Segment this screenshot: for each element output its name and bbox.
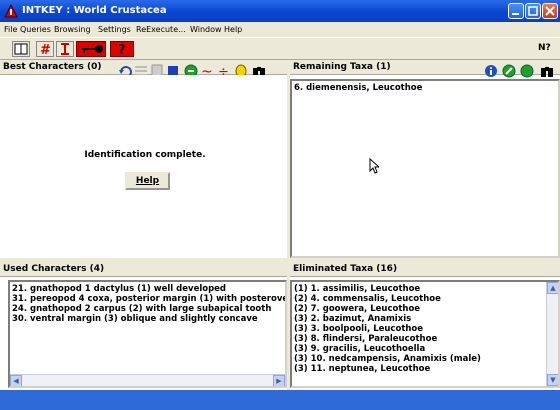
eliminated-taxa-list: (1) 1. assimilis, Leucothoe (2) 4. comme… bbox=[290, 280, 560, 388]
list-item[interactable]: (3) 3. boolpooli, Leucothoe bbox=[294, 324, 423, 334]
minimize-button[interactable] bbox=[508, 3, 524, 19]
close-button[interactable] bbox=[542, 3, 558, 19]
key-icon bbox=[81, 45, 103, 53]
list-item[interactable]: (2) 7. goowera, Leucothoe bbox=[294, 304, 420, 314]
maximize-icon bbox=[528, 6, 538, 16]
list-item[interactable]: (3) 8. flindersi, Paraleucothoe bbox=[294, 334, 437, 344]
svg-text:#: # bbox=[40, 43, 51, 56]
context-help-icon[interactable]: N? bbox=[538, 43, 551, 53]
status-bar bbox=[0, 390, 560, 410]
menu-file[interactable]: File bbox=[4, 25, 17, 34]
menu-queries[interactable]: Queries bbox=[20, 25, 51, 34]
list-item[interactable]: 21. gnathopod 1 dactylus (1) well develo… bbox=[12, 284, 226, 294]
scroll-up-icon[interactable]: ▲ bbox=[547, 282, 558, 294]
list-item[interactable]: (3) 2. bazimut, Anamixis bbox=[294, 314, 411, 324]
close-icon bbox=[545, 6, 555, 16]
toolbar-key-button[interactable] bbox=[76, 41, 106, 57]
binoculars-taxa-icon[interactable] bbox=[540, 64, 554, 78]
used-characters-header: Used Characters (4) bbox=[0, 262, 287, 277]
menu-bar: File Queries Browsing Settings ReExecute… bbox=[0, 22, 560, 37]
list-item[interactable]: 6. diemenensis, Leucothoe bbox=[294, 83, 422, 93]
used-characters-title: Used Characters (4) bbox=[3, 264, 105, 274]
best-characters-title: Best Characters (0) bbox=[3, 62, 102, 72]
list-item[interactable]: (2) 4. commensalis, Leucothoe bbox=[294, 294, 441, 304]
list-item[interactable]: (3) 11. neptunea, Leucothoe bbox=[294, 364, 430, 374]
toolbar-hash-button[interactable]: # bbox=[36, 41, 54, 58]
menu-reexecute[interactable]: ReExecute... bbox=[136, 25, 186, 34]
list-item[interactable]: (3) 9. gracilis, Leucothoella bbox=[294, 344, 425, 354]
list-item[interactable]: (3) 10. nedcampensis, Anamixis (male) bbox=[294, 354, 481, 364]
scroll-right-icon[interactable]: ▶ bbox=[273, 375, 285, 386]
remaining-taxa-title: Remaining Taxa (1) bbox=[293, 62, 391, 72]
list-item[interactable]: 30. ventral margin (3) oblique and sligh… bbox=[12, 314, 258, 324]
question-icon: ? bbox=[118, 43, 126, 58]
list-item[interactable]: 31. pereopod 4 coxa, posterior margin (1… bbox=[12, 294, 285, 304]
menu-settings[interactable]: Settings bbox=[98, 25, 131, 34]
minimize-icon bbox=[512, 13, 519, 15]
best-characters-body bbox=[0, 75, 287, 258]
horizontal-scrollbar[interactable]: ◀ ▶ bbox=[10, 374, 285, 386]
green-link-icon[interactable] bbox=[502, 64, 516, 78]
identification-complete-text: Identification complete. bbox=[84, 150, 206, 160]
app-icon bbox=[4, 4, 18, 18]
eliminated-taxa-header: Eliminated Taxa (16) bbox=[290, 262, 560, 277]
mouse-cursor-icon bbox=[369, 158, 379, 174]
list-item[interactable]: (1) 1. assimilis, Leucothoe bbox=[294, 284, 420, 294]
remaining-taxa-list: 6. diemenensis, Leucothoe bbox=[290, 79, 560, 258]
vertical-scrollbar[interactable]: ▲ ▼ bbox=[546, 282, 558, 386]
notebook-icon bbox=[14, 43, 28, 55]
window-title: INTKEY : World Crustacea bbox=[22, 5, 167, 16]
scroll-down-icon[interactable]: ▼ bbox=[547, 374, 558, 386]
menu-help[interactable]: Help bbox=[224, 25, 242, 34]
range-icon bbox=[61, 43, 69, 55]
help-button[interactable]: Help bbox=[125, 172, 170, 190]
menu-browsing[interactable]: Browsing bbox=[54, 25, 91, 34]
eliminated-taxa-title: Eliminated Taxa (16) bbox=[293, 264, 398, 274]
list-item[interactable]: 24. gnathopod 2 carpus (2) with large su… bbox=[12, 304, 271, 314]
info-icon[interactable] bbox=[484, 64, 498, 78]
maximize-button[interactable] bbox=[525, 3, 541, 19]
toolbar: # ? N? bbox=[0, 37, 560, 60]
toolbar-query-button[interactable]: ? bbox=[110, 41, 134, 58]
used-characters-list: 21. gnathopod 1 dactylus (1) well develo… bbox=[8, 280, 287, 388]
scroll-left-icon[interactable]: ◀ bbox=[10, 375, 22, 386]
svg-text:?: ? bbox=[118, 43, 126, 56]
green-dot-icon[interactable] bbox=[520, 64, 534, 78]
toolbar-range-button[interactable] bbox=[56, 41, 74, 57]
title-bar: INTKEY : World Crustacea bbox=[0, 0, 560, 22]
toolbar-notebook-button[interactable] bbox=[12, 41, 30, 57]
hash-icon: # bbox=[40, 43, 51, 58]
menu-window[interactable]: Window bbox=[190, 25, 222, 34]
